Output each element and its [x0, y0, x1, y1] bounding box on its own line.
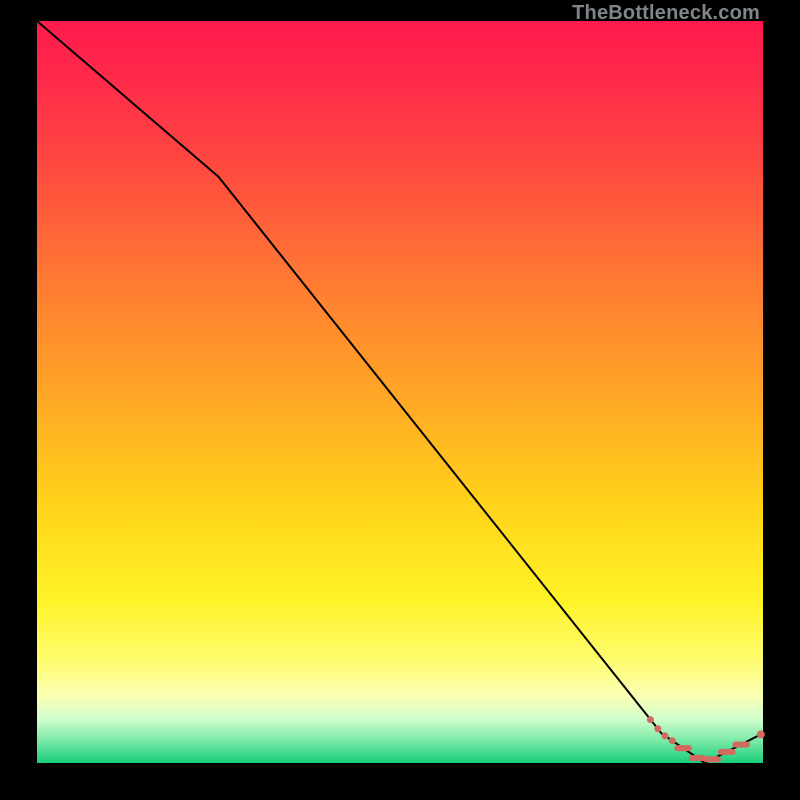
curve-marker — [669, 737, 676, 744]
curve-path — [37, 21, 763, 763]
curve-marker — [757, 730, 765, 738]
curve-marker — [654, 725, 661, 732]
chart-frame: TheBottleneck.com — [0, 0, 800, 800]
plot-area — [37, 21, 763, 763]
watermark-label: TheBottleneck.com — [572, 2, 760, 25]
curve-marker — [661, 732, 668, 739]
marker-group — [647, 716, 765, 744]
chart-line-group — [37, 21, 763, 763]
curve-marker — [647, 716, 654, 723]
chart-svg — [37, 21, 763, 763]
